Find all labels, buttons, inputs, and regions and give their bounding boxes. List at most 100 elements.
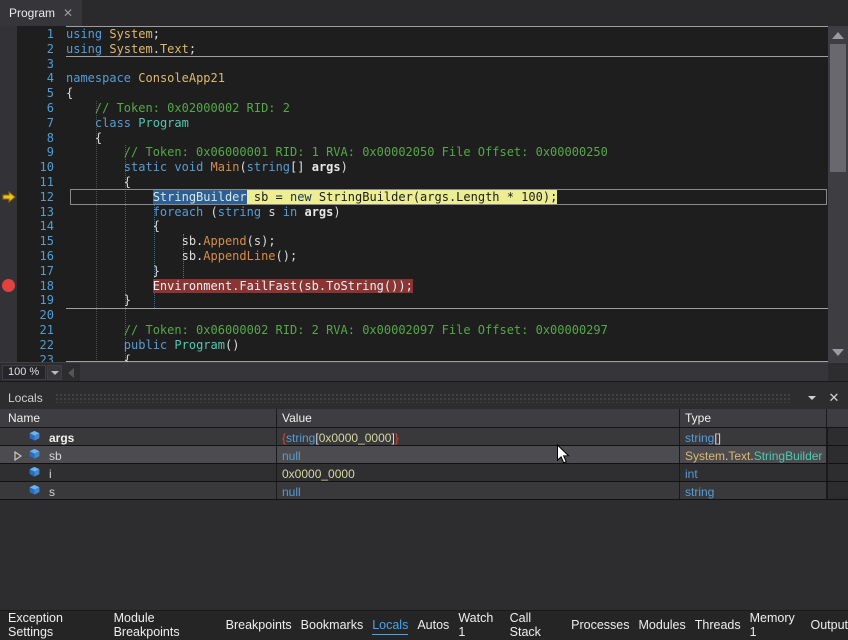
scrollbar-down-icon[interactable]: [832, 349, 844, 356]
locals-type-cell: System.Text.StringBuilder: [680, 446, 827, 463]
column-header-value[interactable]: Value: [277, 409, 680, 427]
code-line[interactable]: 21 // Token: 0x06000002 RID: 2 RVA: 0x00…: [0, 323, 828, 338]
code-token: null: [282, 449, 301, 463]
code-line[interactable]: 16 sb.AppendLine();: [0, 249, 828, 264]
tool-tab-modules[interactable]: Modules: [639, 612, 686, 639]
code-token: string: [286, 431, 315, 445]
locals-value-cell[interactable]: {string[0x0000_0000]}: [277, 428, 680, 445]
scrollbar-thumb[interactable]: [830, 44, 846, 172]
code-line[interactable]: 22 public Program(): [0, 338, 828, 353]
code-token: (): [225, 338, 239, 352]
code-line[interactable]: 5{: [0, 86, 828, 101]
code-token: (s);: [247, 234, 276, 248]
locals-row-gutter: [827, 464, 848, 481]
tool-tab-call-stack[interactable]: Call Stack: [510, 605, 563, 640]
scrollbar-up-icon[interactable]: [832, 32, 844, 39]
code-token: {: [66, 131, 102, 145]
line-number: 1: [0, 27, 56, 42]
code-line[interactable]: 17 }: [0, 264, 828, 279]
tool-tab-memory-1[interactable]: Memory 1: [750, 605, 802, 640]
document-tabstrip: Program ✕: [0, 0, 848, 26]
column-header-type[interactable]: Type: [680, 409, 827, 427]
code-token: // Token: 0x06000002 RID: 2 RVA: 0x00002…: [124, 323, 608, 337]
locals-value-cell[interactable]: null: [277, 482, 680, 499]
code-token: {: [66, 219, 160, 233]
code-line[interactable]: 2using System.Text;: [0, 42, 828, 57]
tool-tab-watch-1[interactable]: Watch 1: [458, 605, 500, 640]
code-line[interactable]: 13 foreach (string s in args): [0, 205, 828, 220]
line-number: 9: [0, 145, 56, 160]
tool-tab-locals[interactable]: Locals: [372, 612, 408, 639]
expander-icon[interactable]: [14, 451, 28, 461]
window-position-icon[interactable]: [804, 390, 820, 406]
code-line[interactable]: 11 {: [0, 175, 828, 190]
code-token: [66, 145, 124, 159]
mouse-cursor: [556, 444, 570, 465]
locals-row-s[interactable]: snullstring: [0, 482, 848, 500]
tool-tab-module-breakpoints[interactable]: Module Breakpoints: [114, 605, 217, 640]
column-header-name[interactable]: Name: [0, 409, 277, 427]
tool-tab-breakpoints[interactable]: Breakpoints: [226, 612, 292, 639]
code-token: in: [283, 205, 297, 219]
close-icon[interactable]: ✕: [826, 390, 842, 406]
code-line[interactable]: 10 static void Main(string[] args): [0, 160, 828, 175]
code-token: Environment.FailFast(sb.ToString());: [153, 279, 413, 293]
code-line[interactable]: 4namespace ConsoleApp21: [0, 71, 828, 86]
scrollbar-left-icon[interactable]: [68, 368, 74, 378]
tool-tab-bookmarks[interactable]: Bookmarks: [301, 612, 364, 639]
zoom-dropdown-button[interactable]: [47, 365, 62, 380]
code-token: System: [109, 27, 152, 41]
line-number: 21: [0, 323, 56, 338]
line-number: 4: [0, 71, 56, 86]
locals-value-cell[interactable]: 0x0000_0000: [277, 464, 680, 481]
variable-name: s: [49, 485, 55, 499]
code-editor[interactable]: 1using System;2using System.Text;34names…: [0, 26, 848, 362]
code-token: args: [312, 160, 341, 174]
tool-tab-exception-settings[interactable]: Exception Settings: [8, 605, 105, 640]
code-token: (: [239, 160, 246, 174]
code-line[interactable]: 3: [0, 57, 828, 72]
code-token: {: [66, 86, 73, 100]
variable-name: sb: [49, 449, 62, 463]
code-line[interactable]: 19 }: [0, 293, 828, 308]
tool-tab-processes[interactable]: Processes: [571, 612, 629, 639]
code-text: namespace ConsoleApp21: [56, 71, 225, 86]
breakpoint-icon[interactable]: [2, 279, 15, 292]
tab-program[interactable]: Program ✕: [0, 0, 82, 26]
code-line[interactable]: 23 {: [0, 353, 828, 362]
line-number: 23: [0, 353, 56, 362]
close-icon[interactable]: ✕: [63, 7, 73, 19]
tool-tab-autos[interactable]: Autos: [417, 612, 449, 639]
code-line[interactable]: 6 // Token: 0x02000002 RID: 2: [0, 101, 828, 116]
code-line[interactable]: 18 Environment.FailFast(sb.ToString());: [0, 279, 828, 294]
locals-row-i[interactable]: i0x0000_0000int: [0, 464, 848, 482]
code-line[interactable]: 9 // Token: 0x06000001 RID: 1 RVA: 0x000…: [0, 145, 828, 160]
locals-row-sb[interactable]: sb null System.Text.StringBuilder: [0, 446, 848, 464]
code-token: // Token: 0x06000001 RID: 1 RVA: 0x00002…: [124, 145, 608, 159]
zoom-level-combo[interactable]: 100 %: [2, 365, 46, 380]
code-line[interactable]: 12 StringBuilder sb = new StringBuilder(…: [0, 190, 828, 205]
code-token: Program: [138, 116, 189, 130]
code-text: {: [56, 219, 160, 234]
code-token: AppendLine: [203, 249, 275, 263]
code-token: new: [290, 190, 312, 204]
current-statement-arrow-icon[interactable]: [2, 191, 16, 203]
code-line[interactable]: 7 class Program: [0, 116, 828, 131]
code-line[interactable]: 1using System;: [0, 27, 828, 42]
editor-horizontal-scrollbar[interactable]: [80, 363, 828, 382]
locals-grid-header: Name Value Type: [0, 409, 848, 428]
code-token: namespace: [66, 71, 131, 85]
code-line[interactable]: 15 sb.Append(s);: [0, 234, 828, 249]
locals-row-args[interactable]: args{string[0x0000_0000]}string[]: [0, 428, 848, 446]
code-text: [56, 308, 66, 323]
editor-vertical-scrollbar[interactable]: [828, 26, 848, 362]
code-line[interactable]: 14 {: [0, 219, 828, 234]
code-line[interactable]: 8 {: [0, 131, 828, 146]
locals-title-bar[interactable]: Locals ✕: [0, 388, 848, 408]
code-text: Environment.FailFast(sb.ToString());: [56, 279, 413, 294]
code-token: string: [218, 205, 261, 219]
tool-tab-output[interactable]: Output: [810, 612, 848, 639]
tool-tab-threads[interactable]: Threads: [695, 612, 741, 639]
locals-value-cell[interactable]: null: [277, 446, 680, 463]
code-line[interactable]: 20: [0, 308, 828, 323]
